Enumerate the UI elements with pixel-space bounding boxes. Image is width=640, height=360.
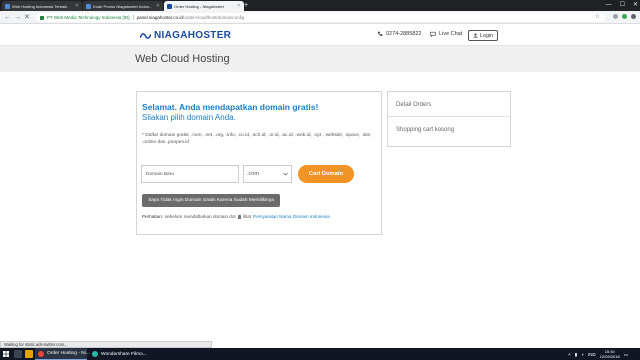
back-icon[interactable]: ← <box>4 13 11 22</box>
clock[interactable]: 15:30 12/09/2018 <box>600 349 620 359</box>
favicon-icon <box>5 3 10 9</box>
document-icon <box>237 214 241 219</box>
login-button[interactable]: Login <box>468 30 498 41</box>
filmora-icon <box>92 351 98 357</box>
task-view-icon[interactable] <box>14 350 22 358</box>
logo-text: NIAGAHOSTER <box>154 30 232 41</box>
menu-icon[interactable] <box>631 14 636 19</box>
chevron-down-icon <box>283 172 288 176</box>
new-tab-button[interactable]: + <box>244 1 248 10</box>
chrome-icon <box>38 350 44 357</box>
logo[interactable]: NIAGAHOSTER <box>140 30 231 41</box>
network-icon[interactable]: ▮ <box>575 352 577 358</box>
browser-tab-active[interactable]: Order Hosting - Niagahoster ✕ <box>164 1 244 11</box>
free-domain-list-note: * Daftar domain gratis: .com, .net, .org… <box>142 133 372 145</box>
attention-note: Perhatian: sebelum mendaftarkan domain d… <box>142 214 330 219</box>
search-domain-button[interactable]: Cari Domain <box>298 165 354 183</box>
taskbar: Order Hosting - Ni... Wondershare Filmo.… <box>0 348 640 360</box>
free-domain-subheadline: Silakan pilih domain Anda. <box>142 113 236 122</box>
no-free-domain-button[interactable]: Saya Tidak Ingin Domain Gratis Karena Su… <box>142 194 280 207</box>
minimize-icon[interactable]: — <box>606 0 612 10</box>
extensions <box>613 14 636 19</box>
close-icon[interactable]: ✕ <box>237 3 241 9</box>
extension-icon[interactable] <box>613 14 618 19</box>
lock-icon <box>40 15 44 20</box>
live-chat-link[interactable]: Live Chat <box>430 31 462 37</box>
window-close-icon[interactable]: ✕ <box>633 0 638 10</box>
domain-requirements-link[interactable]: Persyaratan Nama Domain Indonesia <box>253 214 330 219</box>
file-explorer-icon[interactable] <box>25 350 33 358</box>
chevron-up-icon[interactable]: ˄ <box>568 352 571 357</box>
site-header: NIAGAHOSTER 0274-2885822 Live Chat Login <box>0 24 640 46</box>
taskbar-app-chrome[interactable]: Order Hosting - Ni... <box>35 348 90 360</box>
stop-icon[interactable]: ✕ <box>24 13 30 22</box>
certificate-org: PT Web Media Technology Indonesia [ID] <box>47 15 130 20</box>
windows-start-icon[interactable] <box>3 351 9 357</box>
close-icon[interactable]: ✕ <box>75 3 79 9</box>
url-text: panel.niagahoster.co.id/order/cloud/host… <box>136 15 245 20</box>
browser-tab-strip: Web Hosting Indonesia Terbaik ✕ Kode Pro… <box>0 0 640 11</box>
new-domain-input[interactable]: Domain Baru <box>141 165 239 183</box>
order-details-card: Detail Orders Shopping cart kosong <box>387 91 511 147</box>
browser-tab-title: Kode Promo Niagahoster Indon... <box>93 3 153 9</box>
notifications-icon[interactable]: ▭ <box>624 352 628 358</box>
close-icon[interactable]: ✕ <box>156 3 160 9</box>
browser-tab-title: Order Hosting - Niagahoster <box>174 3 225 9</box>
window-controls: — ☐ ✕ <box>606 0 638 10</box>
bookmark-star-icon[interactable]: ☆ <box>595 13 600 22</box>
phone-icon <box>378 31 383 36</box>
free-domain-headline: Selamat. Anda mendapatkan domain gratis! <box>142 102 319 112</box>
tld-select[interactable]: .com <box>243 165 292 183</box>
logo-wave-icon <box>140 32 151 39</box>
favicon-icon <box>167 3 172 9</box>
maximize-icon[interactable]: ☐ <box>620 0 625 10</box>
chat-icon <box>430 31 436 37</box>
extension-icon[interactable] <box>622 14 627 19</box>
address-bar[interactable]: PT Web Media Technology Indonesia [ID] p… <box>36 13 606 22</box>
browser-tab[interactable]: Web Hosting Indonesia Terbaik ✕ <box>2 1 82 11</box>
user-icon <box>473 33 478 38</box>
system-tray: ˄ ▮ ◖ IND 15:30 12/09/2018 ▭ <box>568 349 628 359</box>
domain-selection-card: Selamat. Anda mendapatkan domain gratis!… <box>136 91 382 235</box>
browser-tab-title: Web Hosting Indonesia Terbaik <box>12 3 68 9</box>
order-details-title: Detail Orders <box>396 102 432 108</box>
phone-number[interactable]: 0274-2885822 <box>377 31 421 37</box>
browser-tab[interactable]: Kode Promo Niagahoster Indon... ✕ <box>83 1 163 11</box>
favicon-icon <box>86 3 91 9</box>
forward-icon[interactable]: → <box>14 13 21 22</box>
page-title: Web Cloud Hosting <box>135 53 230 65</box>
browser-toolbar: ← → ✕ PT Web Media Technology Indonesia … <box>0 11 640 24</box>
browser-status-bar: Waiting for static.ads-twitter.com... <box>0 341 212 348</box>
volume-icon[interactable]: ◖ <box>581 352 584 357</box>
page-title-band: Web Cloud Hosting <box>0 46 640 72</box>
taskbar-app-filmora[interactable]: Wondershare Filmo... <box>89 348 147 360</box>
language-indicator[interactable]: IND <box>588 352 596 357</box>
cart-empty-text: Shopping cart kosong <box>396 127 455 133</box>
